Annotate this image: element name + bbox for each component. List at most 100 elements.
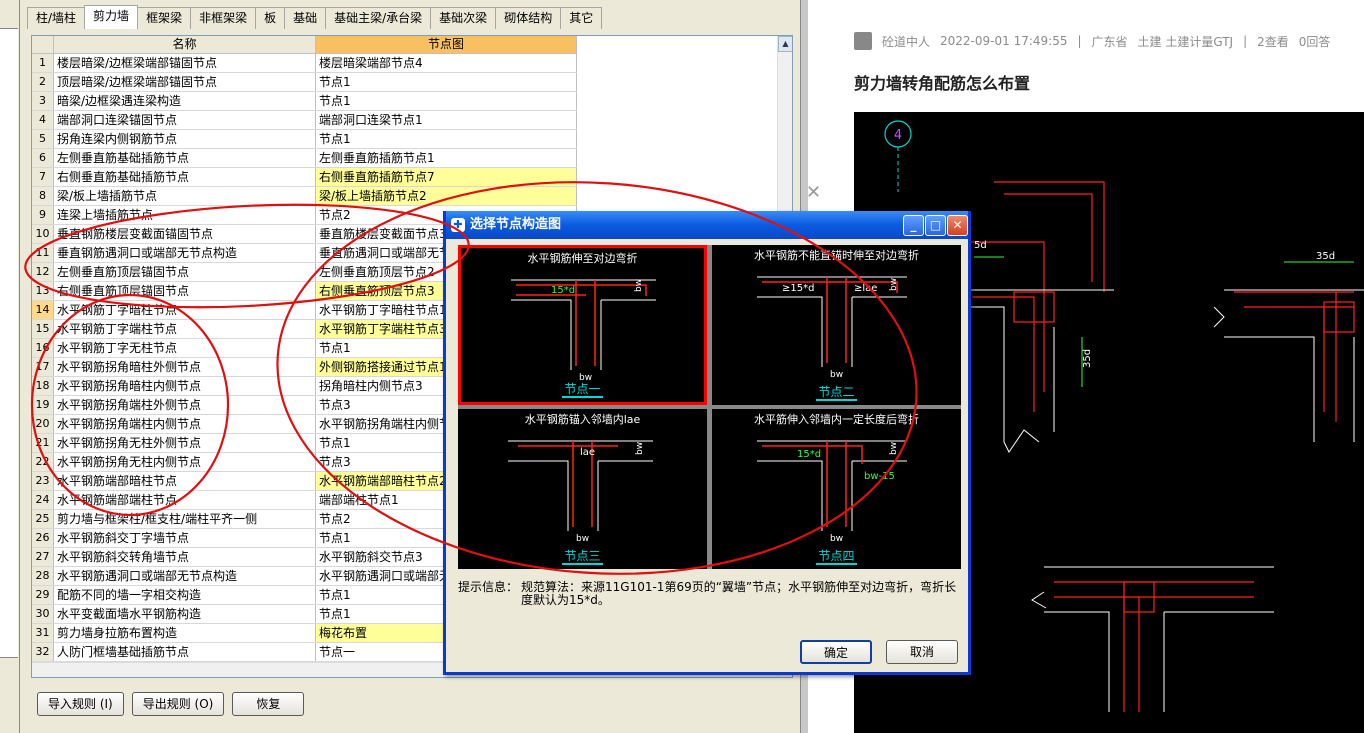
table-row[interactable]: 6 左侧垂直筋基础插筋节点 左侧垂直筋插筋节点1 [32, 149, 577, 168]
header-name[interactable]: 名称 [54, 36, 316, 54]
row-node-value[interactable]: 楼层暗梁端部节点4 [316, 54, 577, 72]
import-rules-button[interactable]: 导入规则 (I) [37, 692, 124, 716]
row-number: 20 [32, 415, 54, 433]
dim-label: bw [889, 278, 899, 291]
row-name: 左侧垂直筋顶层锚固节点 [54, 263, 316, 281]
row-name: 水平钢筋丁字端柱节点 [54, 320, 316, 338]
row-node-value[interactable]: 左侧垂直筋插筋节点1 [316, 149, 577, 167]
tab-7[interactable]: 基础次梁 [430, 7, 497, 29]
row-name: 水平钢筋拐角端柱外侧节点 [54, 396, 316, 414]
row-number: 12 [32, 263, 54, 281]
table-row[interactable]: 3 暗梁/边框梁遇连梁构造 节点1 [32, 92, 577, 111]
row-name: 水平钢筋丁字暗柱节点 [54, 301, 316, 319]
row-node-value[interactable]: 右侧垂直筋插筋节点7 [316, 168, 577, 186]
post-location: 广东省 [1091, 34, 1128, 49]
close-icon[interactable]: ✕ [806, 182, 821, 203]
tab-2[interactable]: 框架梁 [137, 7, 192, 29]
left-panel-strip [0, 0, 20, 733]
row-node-value[interactable]: 端部洞口连梁节点1 [316, 111, 577, 129]
row-number: 30 [32, 605, 54, 623]
meta-separator: | [1243, 34, 1248, 48]
row-node-value[interactable]: 节点1 [316, 92, 577, 110]
row-name: 垂直钢筋遇洞口或端部无节点构造 [54, 244, 316, 262]
post-tags[interactable]: 土建 土建计量GTJ [1138, 33, 1234, 50]
node-panel-2[interactable]: 水平钢筋不能直锚时伸至对边弯折 ≥15*d ≥lae bw bw 节点二 [712, 245, 961, 405]
node-diagram-4: 15*d bw-15 bw bw [757, 440, 907, 544]
app-icon: ✚ [451, 218, 465, 232]
row-name: 水平钢筋丁字无柱节点 [54, 339, 316, 357]
row-number: 18 [32, 377, 54, 395]
row-number: 23 [32, 472, 54, 490]
restore-button[interactable]: 恢复 [232, 692, 305, 716]
post-datetime: 2022-09-01 17:49:55 [940, 34, 1068, 48]
close-icon[interactable]: ✕ [947, 215, 968, 236]
left-panel-list [0, 28, 18, 658]
tab-0[interactable]: 柱/墙柱 [27, 7, 86, 29]
ok-button[interactable]: 确定 [800, 640, 872, 664]
row-name: 垂直钢筋楼层变截面锚固节点 [54, 225, 316, 243]
row-name: 水平钢筋拐角无柱内侧节点 [54, 453, 316, 471]
row-number: 13 [32, 282, 54, 300]
export-rules-button[interactable]: 导出规则 (O) [131, 692, 225, 716]
row-node-value[interactable]: 节点1 [316, 73, 577, 91]
row-number: 25 [32, 510, 54, 528]
minimize-icon[interactable]: _ [903, 215, 924, 236]
author-name[interactable]: 砼道中人 [882, 33, 930, 50]
panel-label: 节点一 [562, 382, 603, 398]
row-number: 7 [32, 168, 54, 186]
row-number: 6 [32, 149, 54, 167]
header-node[interactable]: 节点图 [316, 36, 577, 54]
article-meta: 砼道中人 2022-09-01 17:49:55 | 广东省 土建 土建计量GT… [854, 32, 1330, 50]
table-row[interactable]: 5 拐角连梁内侧钢筋节点 节点1 [32, 130, 577, 149]
cad-dim-35d-vertical: 35d [1082, 349, 1093, 368]
node-panel-3[interactable]: 水平钢筋锚入邻墙内lae lae bw bw 节点三 [458, 409, 707, 569]
avatar[interactable] [854, 32, 872, 50]
row-number: 2 [32, 73, 54, 91]
scroll-up-icon[interactable]: ▲ [778, 36, 792, 52]
cancel-button[interactable]: 取消 [886, 640, 958, 664]
tab-4[interactable]: 板 [255, 7, 286, 29]
row-name: 水平钢筋拐角端柱内侧节点 [54, 415, 316, 433]
row-number: 28 [32, 567, 54, 585]
row-node-value[interactable]: 节点1 [316, 130, 577, 148]
row-number: 10 [32, 225, 54, 243]
row-name: 水平钢筋斜交转角墙节点 [54, 548, 316, 566]
row-number: 4 [32, 111, 54, 129]
row-node-value[interactable]: 梁/板上墙插筋节点2 [316, 187, 577, 205]
tab-6[interactable]: 基础主梁/承台梁 [325, 7, 432, 29]
table-row[interactable]: 7 右侧垂直筋基础插筋节点 右侧垂直筋插筋节点7 [32, 168, 577, 187]
row-number: 27 [32, 548, 54, 566]
dim-label: 15*d [797, 449, 821, 460]
row-name: 顶层暗梁/边框梁端部锚固节点 [54, 73, 316, 91]
row-name: 梁/板上墙插筋节点 [54, 187, 316, 205]
node-panel-1[interactable]: 水平钢筋伸至对边弯折 15*d bw bw 节点一 [458, 245, 707, 405]
table-row[interactable]: 4 端部洞口连梁锚固节点 端部洞口连梁节点1 [32, 111, 577, 130]
dialog-title-bar[interactable]: ✚ 选择节点构造图 _ □ ✕ [446, 211, 968, 239]
row-number: 29 [32, 586, 54, 604]
tab-5[interactable]: 基础 [284, 7, 327, 29]
node-panel-4[interactable]: 水平筋伸入邻墙内一定长度后弯折 15*d bw-15 bw bw 节点四 [712, 409, 961, 569]
tab-3[interactable]: 非框架梁 [190, 7, 257, 29]
tab-1[interactable]: 剪力墙 [84, 5, 139, 29]
dim-label: ≥15*d [782, 283, 814, 294]
table-row[interactable]: 2 顶层暗梁/边框梁端部锚固节点 节点1 [32, 73, 577, 92]
dim-label: bw [830, 370, 843, 380]
table-row[interactable]: 8 梁/板上墙插筋节点 梁/板上墙插筋节点2 [32, 187, 577, 206]
row-number: 17 [32, 358, 54, 376]
row-name: 右侧垂直筋顶层锚固节点 [54, 282, 316, 300]
view-count: 2查看 [1257, 34, 1289, 49]
row-number: 32 [32, 643, 54, 661]
dim-label: bw [830, 534, 843, 544]
dim-label: lae [580, 447, 595, 458]
row-number: 3 [32, 92, 54, 110]
tab-9[interactable]: 其它 [560, 7, 603, 29]
row-number: 14 [32, 301, 54, 319]
article-title: 剪力墙转角配筋怎么布置 [854, 74, 1031, 93]
row-name: 拐角连梁内侧钢筋节点 [54, 130, 316, 148]
answer-count: 0回答 [1298, 34, 1331, 49]
tab-8[interactable]: 砌体结构 [495, 7, 562, 29]
maximize-icon[interactable]: □ [925, 215, 946, 236]
row-number: 26 [32, 529, 54, 547]
table-row[interactable]: 1 楼层暗梁/边框梁端部锚固节点 楼层暗梁端部节点4 [32, 54, 577, 73]
row-number: 5 [32, 130, 54, 148]
